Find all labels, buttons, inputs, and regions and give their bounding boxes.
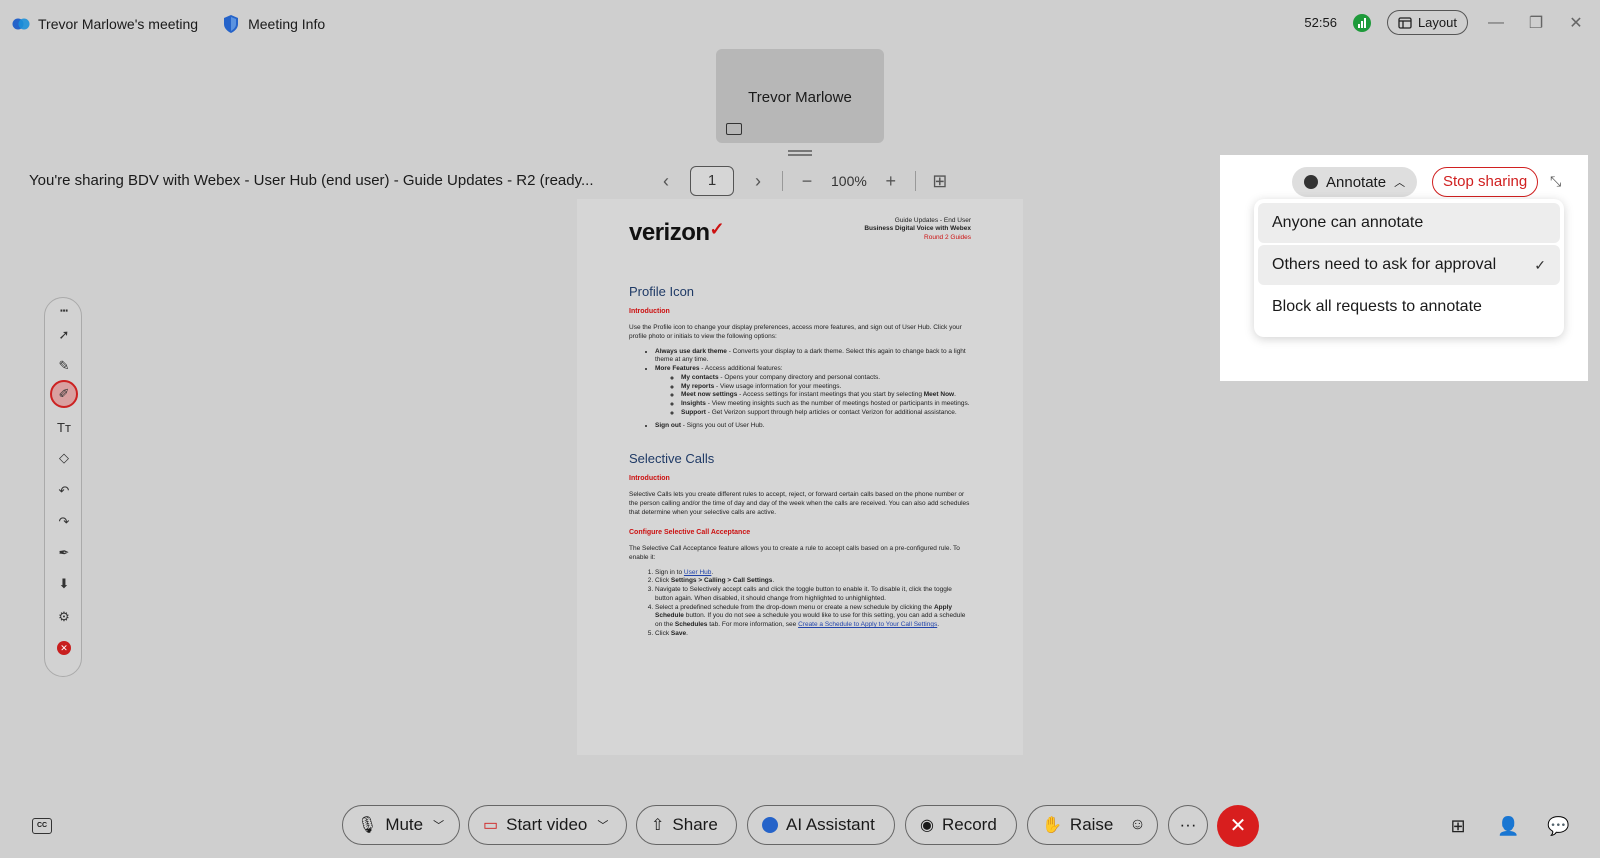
zoom-in-icon[interactable]: + — [877, 171, 905, 192]
checkmark-icon: ✓ — [1534, 256, 1546, 273]
page-number-input[interactable]: 1 — [690, 166, 734, 196]
clear-icon[interactable]: ✒ — [53, 542, 75, 564]
participants-icon[interactable]: 👤 — [1497, 815, 1519, 837]
pen-icon[interactable]: ✐ — [50, 380, 78, 408]
restore-icon[interactable]: ❐ — [1524, 13, 1548, 33]
record-icon: ◉ — [920, 817, 934, 834]
next-page-icon[interactable]: › — [744, 171, 772, 192]
numbered-list: Sign in to User Hub. Click Settings > Ca… — [629, 569, 971, 639]
eraser-icon[interactable]: ◇ — [53, 447, 75, 469]
chevron-down-icon[interactable]: ﹀ — [433, 817, 444, 833]
zoom-level: 100% — [831, 173, 867, 189]
section-title: Selective Calls — [629, 451, 715, 467]
microphone-icon: 🎙 — [357, 817, 378, 834]
record-button[interactable]: ◉ Record — [905, 805, 1017, 845]
share-button[interactable]: ⇧ Share — [636, 805, 737, 845]
highlighter-icon[interactable]: ✎ — [53, 355, 75, 377]
close-icon[interactable]: ✕ — [1564, 13, 1588, 33]
annotate-icon — [1304, 175, 1318, 189]
network-health-icon[interactable] — [1352, 13, 1371, 32]
section-subtitle: Configure Selective Call Acceptance — [629, 528, 751, 536]
chat-icon[interactable]: 💬 — [1547, 815, 1569, 837]
divider — [914, 171, 916, 191]
redo-icon[interactable]: ↷ — [53, 511, 75, 533]
raise-hand-button[interactable]: ✋ Raise ☺ — [1027, 805, 1158, 845]
mute-label: Mute — [385, 815, 424, 834]
bullet-list: Always use dark theme - Converts your di… — [629, 348, 971, 431]
paragraph: Selective Calls lets you create differen… — [629, 491, 970, 516]
chevron-up-icon: ︿ — [1394, 177, 1406, 189]
stop-annotation-icon[interactable]: ✕ — [53, 637, 75, 659]
zoom-out-icon[interactable]: − — [793, 171, 821, 192]
text-icon[interactable]: Tт — [53, 416, 75, 438]
share-label: Share — [672, 815, 718, 834]
menu-item-block-all-requests[interactable]: Block all requests to annotate — [1258, 287, 1560, 327]
meeting-timer: 52:56 — [1304, 15, 1337, 30]
section-subtitle: Introduction — [629, 307, 670, 315]
apps-icon[interactable]: ⊞ — [1447, 815, 1469, 837]
ai-assistant-label: AI Assistant — [786, 815, 875, 834]
closed-captions-icon[interactable]: CC — [32, 818, 52, 834]
more-icon: ··· — [1179, 815, 1197, 834]
meeting-info-link[interactable]: Meeting Info — [248, 16, 325, 32]
annotate-panel: Annotate ︿ Stop sharing ⤡ Anyone can ann… — [1220, 155, 1588, 381]
layout-button[interactable]: Layout — [1386, 10, 1468, 35]
paragraph: The Selective Call Acceptance feature al… — [629, 545, 960, 561]
sharing-icon — [726, 123, 742, 135]
end-meeting-button[interactable]: ✕ — [1217, 805, 1259, 847]
annotation-toolbar: ┅ ➚ ✎ ✐ Tт ◇ ↶ ↷ ✒ ⬇ ⚙ ✕ — [44, 297, 82, 677]
title-bar: Trevor Marlowe's meeting Meeting Info 52… — [0, 0, 1600, 48]
raise-label: Raise — [1069, 815, 1114, 834]
settings-gear-icon[interactable]: ⚙ — [53, 606, 75, 628]
save-icon[interactable]: ⬇ — [53, 573, 75, 595]
previous-page-icon[interactable]: ‹ — [652, 171, 680, 192]
ai-assistant-icon — [762, 817, 778, 833]
layout-icon — [1398, 16, 1412, 29]
video-off-icon: ▭ — [483, 817, 499, 834]
mute-button[interactable]: 🎙 Mute ﹀ — [342, 805, 460, 845]
self-view-tile[interactable]: Trevor Marlowe — [716, 49, 884, 143]
shield-icon[interactable] — [222, 14, 240, 34]
participant-name: Trevor Marlowe — [748, 89, 852, 106]
start-video-button[interactable]: ▭ Start video ﹀ — [468, 805, 627, 845]
sharing-status-text: You're sharing BDV with Webex - User Hub… — [29, 172, 594, 189]
minimize-icon[interactable]: — — [1484, 14, 1508, 32]
layout-label: Layout — [1417, 15, 1457, 30]
divider — [782, 171, 783, 191]
shared-document: verizon✓ Guide Updates - End User Busine… — [577, 199, 1023, 755]
annotate-button[interactable]: Annotate ︿ — [1292, 167, 1418, 197]
menu-item-anyone-can-annotate[interactable]: Anyone can annotate — [1258, 203, 1560, 243]
resize-handle[interactable] — [788, 150, 812, 156]
annotate-options-menu: Anyone can annotate Others need to ask f… — [1254, 199, 1564, 337]
menu-item-ask-for-approval[interactable]: Others need to ask for approval ✓ — [1258, 245, 1560, 285]
thumbnail-grid-icon[interactable]: ⊞ — [926, 171, 954, 192]
section-title: Profile Icon — [629, 284, 695, 299]
document-header: Guide Updates - End User Business Digita… — [864, 217, 971, 241]
share-screen-icon: ⇧ — [651, 817, 665, 834]
annotate-label: Annotate — [1326, 173, 1387, 191]
section-subtitle: Introduction — [629, 474, 670, 482]
undo-icon[interactable]: ↶ — [53, 480, 75, 502]
pointer-icon[interactable]: ➚ — [53, 324, 75, 346]
verizon-logo: verizon✓ — [629, 219, 725, 246]
more-options-button[interactable]: ··· — [1168, 805, 1208, 845]
webex-logo-icon — [12, 18, 30, 30]
meeting-title: Trevor Marlowe's meeting — [38, 16, 199, 32]
stop-sharing-button[interactable]: Stop sharing — [1432, 167, 1539, 197]
collapse-icon[interactable]: ⤡ — [1550, 173, 1561, 190]
drag-grip-icon[interactable]: ┅ — [53, 300, 75, 322]
ai-assistant-button[interactable]: AI Assistant — [747, 805, 895, 845]
record-label: Record — [941, 815, 997, 834]
start-video-label: Start video — [506, 815, 588, 834]
reactions-icon[interactable]: ☺ — [1129, 816, 1145, 834]
paragraph: Use the Profile icon to change your disp… — [629, 323, 962, 340]
chevron-down-icon[interactable]: ﹀ — [597, 817, 608, 833]
raise-hand-icon: ✋ — [1042, 817, 1062, 834]
share-page-controls: ‹ 1 › − 100% + ⊞ — [652, 166, 954, 196]
